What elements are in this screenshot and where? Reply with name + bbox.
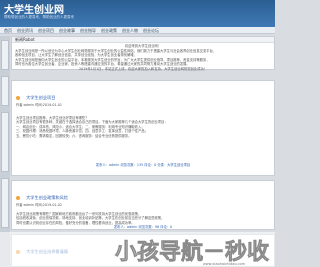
nav-item-stories[interactable]: 创业故事: [59, 28, 75, 34]
article-footer[interactable]: 发布人：admin 浏览次数：135 评论：0 分类：大学生创业项目: [16, 163, 270, 168]
watermark-brand: 小孩导航－秒收: [114, 240, 270, 266]
article-title[interactable]: 大学生创业项目: [26, 95, 55, 100]
article-footer[interactable]: 发布人：admin 浏览次数：98 评论：0: [16, 225, 270, 230]
nav-item-home[interactable]: 首页: [4, 28, 12, 34]
article-icon: [16, 95, 20, 100]
nav-item-people[interactable]: 创业人物: [122, 28, 138, 34]
sidebar-widget[interactable]: [1, 76, 9, 106]
nav-item-forum[interactable]: 创业论坛: [143, 28, 159, 34]
nav-item-news[interactable]: 创业资讯: [17, 28, 33, 34]
article-panel: 大学生创业项目 作者:admin 时间:2019-01-01 大学生创业项目推荐…: [11, 80, 275, 176]
sidebar-widget[interactable]: [1, 40, 9, 70]
main-nav: 首页 创业资讯 创业项目 创业故事 创业指导 创业政策 创业人物 创业论坛: [0, 27, 275, 34]
nav-item-policy[interactable]: 创业政策: [101, 28, 117, 34]
article-panel: 大学生创业政策和风险 作者:admin 时间:2019-01-02 大学生创业政…: [11, 180, 275, 230]
article-title-row[interactable]: 大学生创业项目: [16, 84, 270, 103]
notice-line: 2019年1月1日，本站正式上线，欢迎大家的加入和支持。大学生创业网祝您创业成功…: [79, 66, 207, 71]
notice-panel: 新闻Robot 欢迎来到大学生创业网！ 大学生创业网是一所以创业为中心大学生创业…: [11, 36, 275, 71]
sidebar-widget[interactable]: [1, 112, 9, 172]
article-title[interactable]: 大学生创业政策和风险: [26, 195, 68, 200]
article-icon: [16, 195, 20, 200]
nav-item-guide[interactable]: 创业指导: [80, 28, 96, 34]
site-subtitle: 帮助想创业的人更易来，帮助创业的人更易来: [4, 15, 74, 19]
watermark-url: www.xiaohaizhidao.com: [202, 262, 245, 266]
site-title[interactable]: 大学生创业网: [4, 1, 64, 16]
article-title-row[interactable]: 大学生创业政策和风险: [16, 184, 270, 203]
site-header: 大学生创业网 帮助想创业的人更易来，帮助创业的人更易来: [0, 0, 275, 27]
watermark-overlay: 小孩导航－秒收 www.xiaohaizhidao.com: [0, 232, 275, 267]
sidebar-widget[interactable]: [1, 178, 9, 228]
nav-item-projects[interactable]: 创业项目: [38, 28, 54, 34]
